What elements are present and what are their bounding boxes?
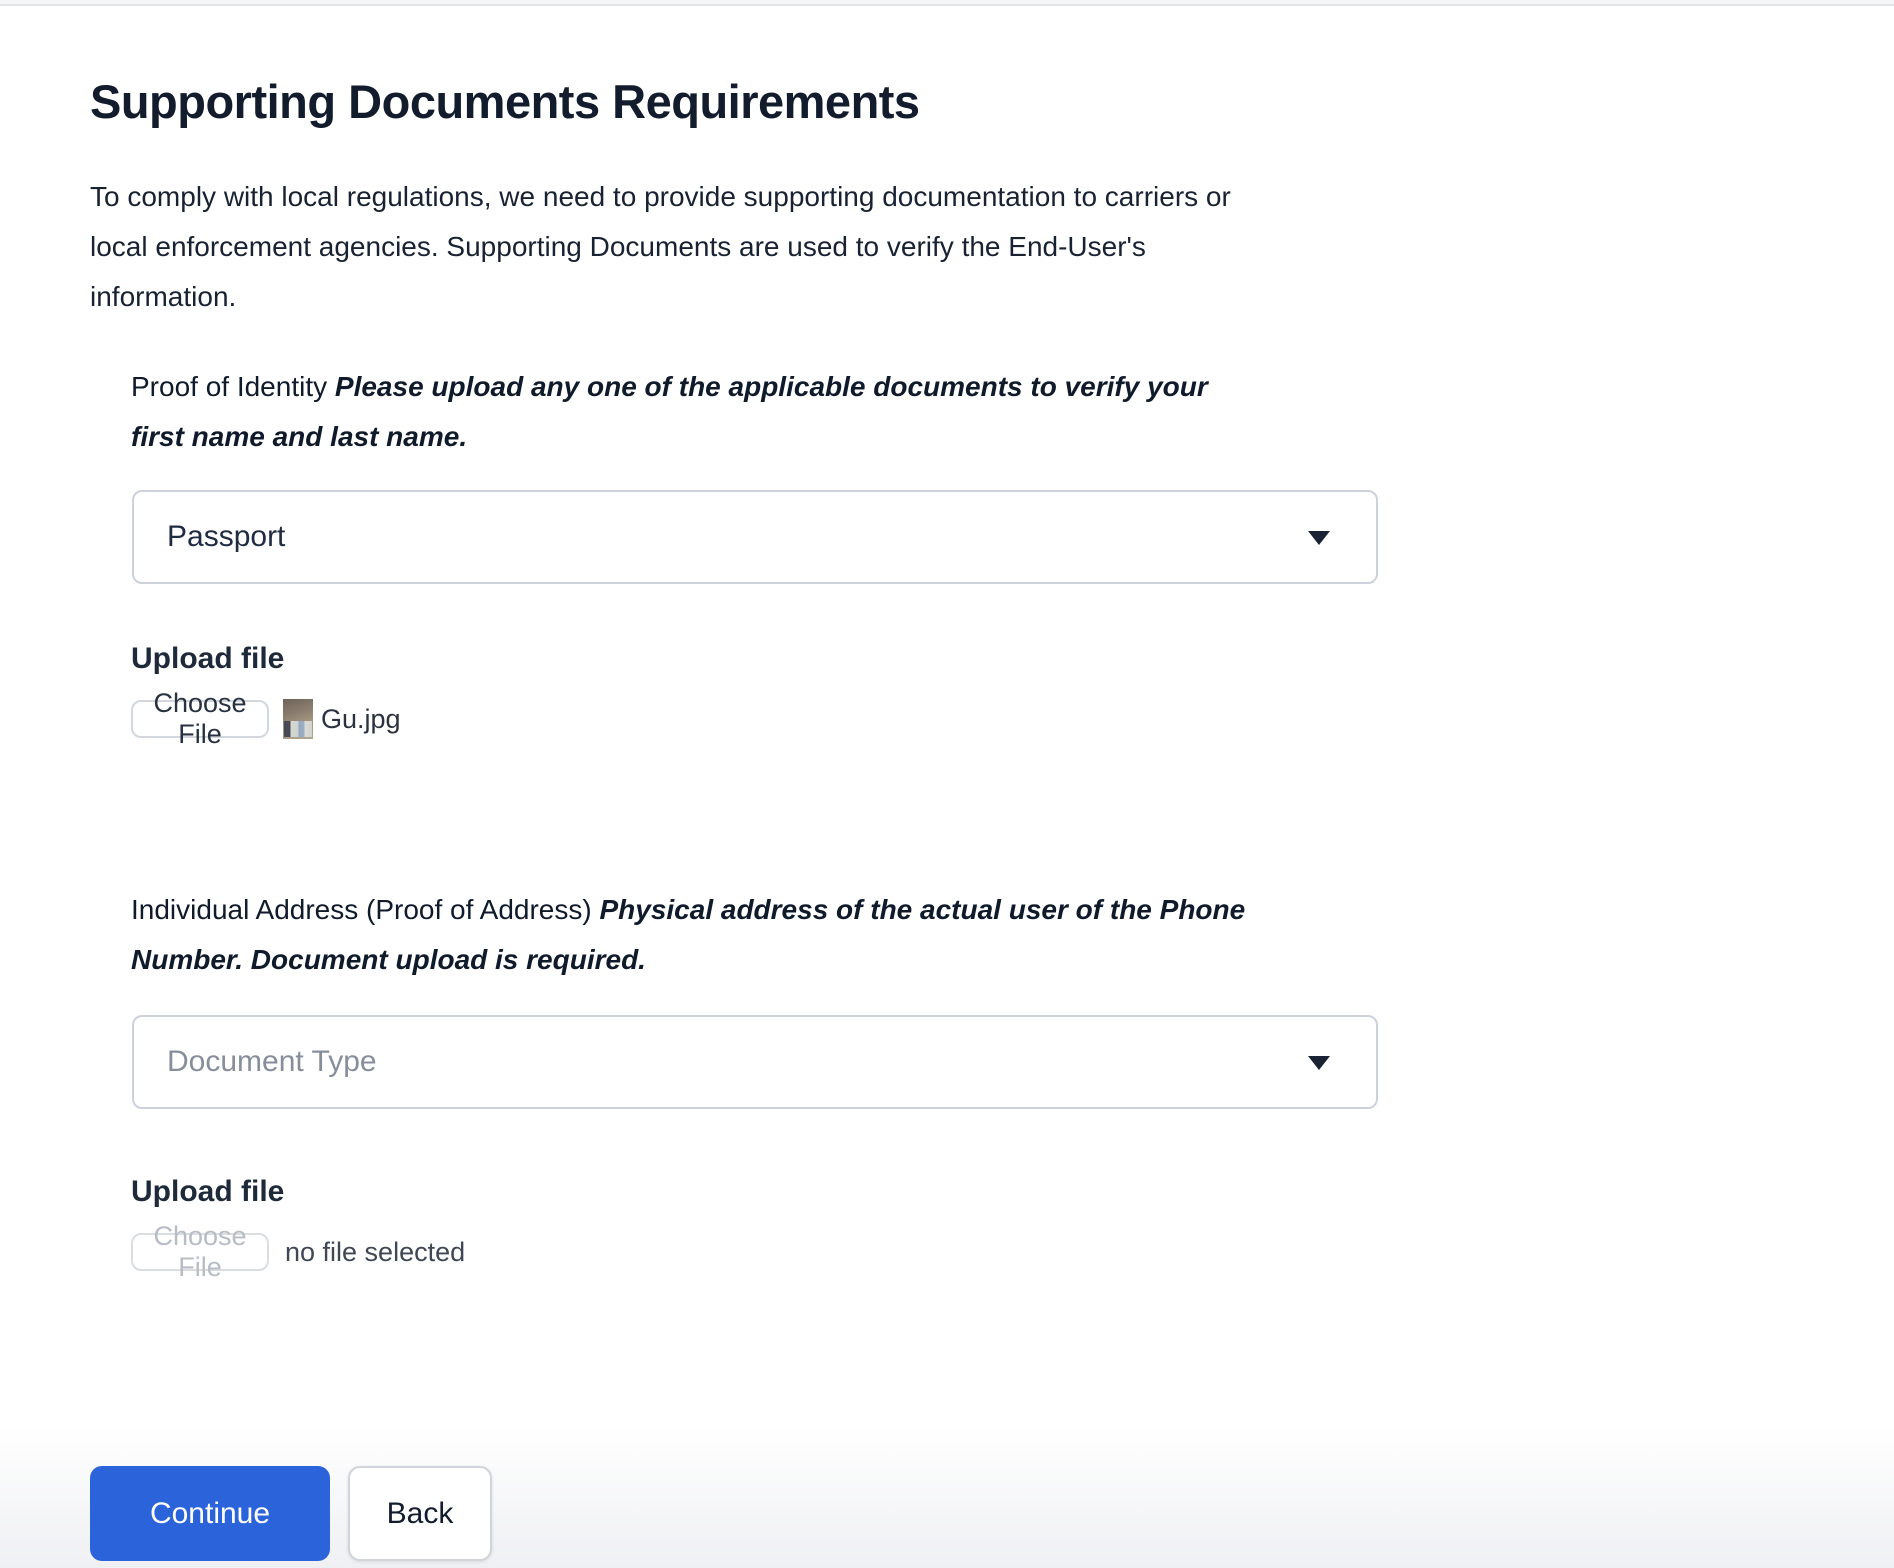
- address-upload-file-label: Upload file: [131, 1175, 285, 1208]
- proof-of-identity-instructions: Please upload any one of the applicable …: [334, 371, 1208, 402]
- selected-file-thumbnail: [283, 699, 313, 739]
- identity-selected-file-name: Gu.jpg: [321, 703, 401, 734]
- address-upload-block: Upload file Choose File no file selected: [131, 1175, 1894, 1282]
- page-description: To comply with local regulations, we nee…: [90, 172, 1894, 322]
- chevron-down-icon: [1308, 1056, 1330, 1070]
- chevron-down-icon: [1308, 531, 1330, 545]
- identity-document-type-value: Passport: [167, 520, 286, 553]
- browser-top-strip: [0, 0, 1894, 6]
- identity-upload-file-label: Upload file: [131, 642, 285, 675]
- address-document-type-placeholder: Document Type: [167, 1045, 377, 1078]
- identity-file-input: Choose File Gu.jpg: [131, 688, 1894, 749]
- individual-address-label-prefix: Individual Address (Proof of Address): [131, 894, 600, 925]
- identity-document-type-select[interactable]: Passport: [132, 490, 1378, 584]
- proof-of-identity-section: Proof of Identity Please upload any one …: [131, 362, 1894, 462]
- supporting-documents-page: Supporting Documents Requirements To com…: [0, 74, 1894, 1561]
- proof-of-identity-label: Proof of Identity Please upload any one …: [131, 362, 1894, 462]
- description-line: local enforcement agencies. Supporting D…: [90, 231, 1146, 262]
- description-line: To comply with local regulations, we nee…: [90, 181, 1231, 212]
- address-choose-file-button: Choose File: [131, 1221, 269, 1282]
- individual-address-label: Individual Address (Proof of Address) Ph…: [131, 885, 1894, 985]
- back-button[interactable]: Back: [348, 1466, 492, 1561]
- description-line: information.: [90, 281, 237, 312]
- address-file-input: Choose File no file selected: [131, 1221, 1894, 1282]
- address-document-type-select[interactable]: Document Type: [132, 1015, 1378, 1109]
- proof-of-identity-instructions: first name and last name.: [131, 421, 468, 452]
- page-title: Supporting Documents Requirements: [90, 75, 920, 128]
- individual-address-instructions: Physical address of the actual user of t…: [599, 894, 1246, 925]
- individual-address-instructions: Number. Document upload is required.: [131, 944, 646, 975]
- identity-upload-block: Upload file Choose File Gu.jpg: [131, 642, 1894, 749]
- form-actions: Continue Back: [90, 1466, 1894, 1561]
- individual-address-section: Individual Address (Proof of Address) Ph…: [131, 885, 1894, 985]
- identity-choose-file-button[interactable]: Choose File: [131, 688, 269, 749]
- address-file-status: no file selected: [285, 1236, 466, 1267]
- proof-of-identity-label-prefix: Proof of Identity: [131, 371, 335, 402]
- continue-button[interactable]: Continue: [90, 1466, 330, 1561]
